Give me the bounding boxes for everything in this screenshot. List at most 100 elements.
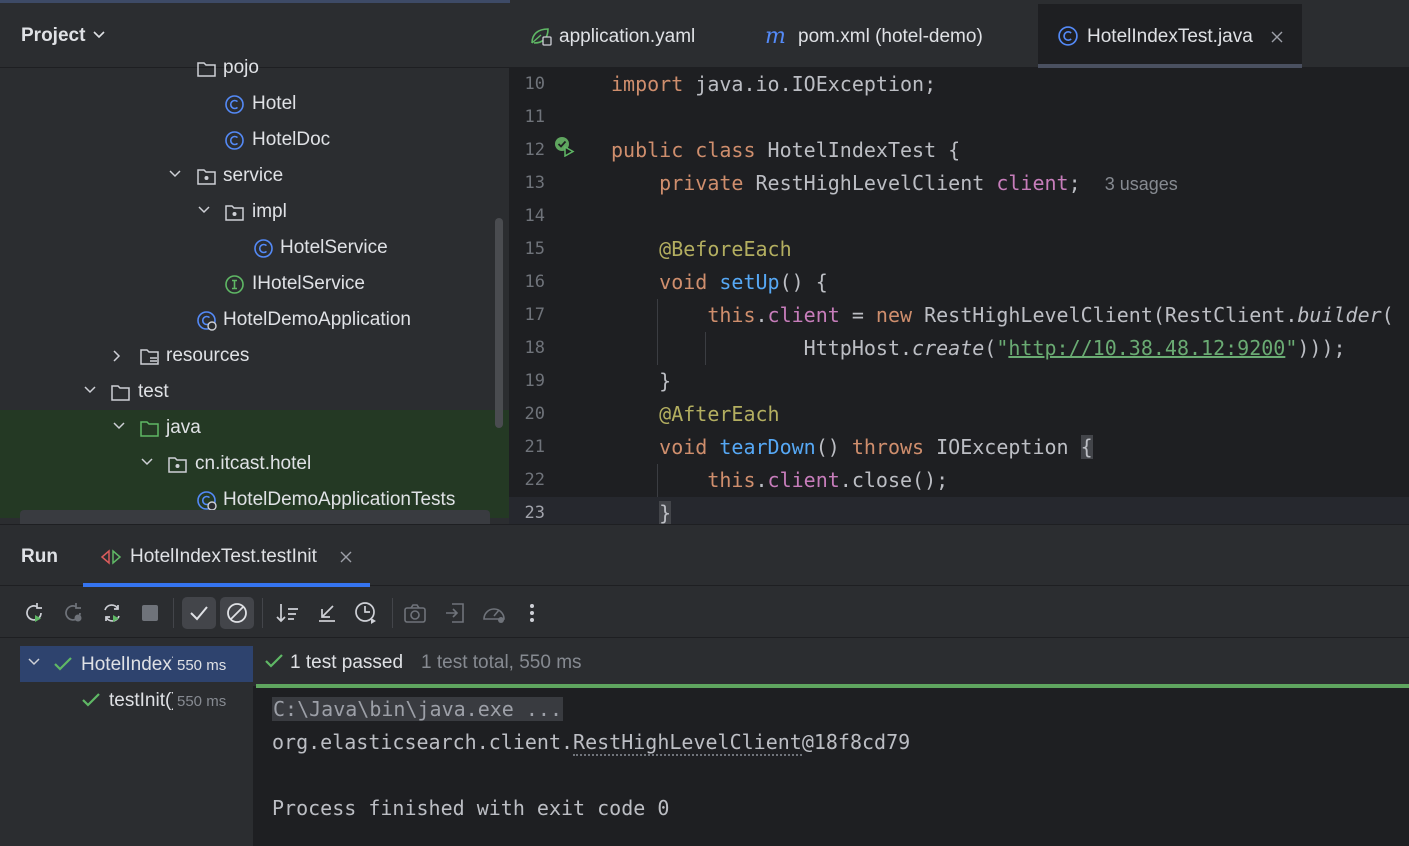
- line-number: 21: [524, 437, 545, 457]
- sort-button[interactable]: [273, 598, 303, 628]
- class-icon: [254, 239, 273, 258]
- test-history-button[interactable]: [351, 598, 381, 628]
- close-icon[interactable]: [340, 551, 352, 563]
- class-icon: [225, 131, 244, 150]
- project-scrollbar[interactable]: [495, 218, 503, 428]
- more-options-button[interactable]: [517, 598, 547, 628]
- chevron-down-icon[interactable]: [197, 205, 211, 215]
- line-number: 15: [524, 239, 545, 259]
- chevron-right-icon[interactable]: [112, 349, 122, 363]
- console-text: Process finished with exit code 0: [272, 796, 670, 820]
- tree-item-java[interactable]: java: [0, 410, 509, 446]
- rerun-button[interactable]: [19, 598, 49, 628]
- tab-label: pom.xml (hotel-demo): [798, 26, 983, 47]
- tree-item-cn-itcast-hotel[interactable]: cn.itcast.hotel: [0, 446, 509, 482]
- tab-pom-xml[interactable]: m pom.xml (hotel-demo): [749, 4, 1039, 68]
- command-line-text[interactable]: C:\Java\bin\java.exe ...: [272, 697, 563, 721]
- tests-passed-text: 1 test passed: [290, 652, 404, 673]
- toggle-auto-test-button[interactable]: [97, 598, 127, 628]
- console-line: Process finished with exit code 0: [272, 796, 669, 820]
- stop-button[interactable]: [135, 598, 165, 628]
- tree-item-resources[interactable]: resources: [0, 338, 509, 374]
- test-progress-bar: [256, 684, 1409, 688]
- line-number: 19: [524, 371, 545, 391]
- coverage-button[interactable]: [479, 598, 509, 628]
- show-passed-toggle[interactable]: [182, 597, 216, 629]
- chevron-down-icon[interactable]: [168, 169, 182, 179]
- tab-label: application.yaml: [559, 26, 696, 47]
- console-class-link[interactable]: RestHighLevelClient: [573, 730, 802, 756]
- usages-inlay-hint[interactable]: 3 usages: [1105, 174, 1178, 194]
- chevron-down-icon[interactable]: [140, 457, 154, 467]
- show-ignored-toggle[interactable]: [220, 597, 254, 629]
- line-number: 13: [524, 173, 545, 193]
- line-number: 22: [524, 470, 545, 490]
- spring-class-icon: [197, 491, 217, 511]
- console-output[interactable]: 1 test passed 1 test total, 550 ms C:\Ja…: [253, 638, 1409, 846]
- folder-icon: [111, 385, 130, 401]
- code-text: }: [659, 501, 672, 524]
- code-text: private RestHighLevelClient client; 3 us…: [659, 171, 1178, 195]
- test-name: HotelIndexTest: [81, 654, 173, 675]
- stop-icon: [142, 605, 158, 621]
- test-passed-icon: [54, 657, 72, 671]
- tree-item-pojo[interactable]: pojo: [0, 50, 509, 86]
- tab-application-yaml[interactable]: application.yaml: [509, 4, 735, 68]
- code-text: import java.io.IOException;: [611, 72, 937, 96]
- code-line: 14: [509, 200, 1409, 233]
- tree-item-label: impl: [252, 201, 287, 222]
- line-number: 12: [524, 140, 545, 160]
- tree-item-service[interactable]: service: [0, 158, 509, 194]
- tree-item-hoteldoc[interactable]: HotelDoc: [0, 122, 509, 158]
- import-tests-button[interactable]: [440, 598, 470, 628]
- more-vertical-icon: [530, 604, 534, 622]
- code-line: 13 private RestHighLevelClient client; 3…: [509, 167, 1409, 200]
- close-icon[interactable]: [1271, 31, 1283, 43]
- code-line: 16 void setUp() {: [509, 266, 1409, 299]
- camera-icon: [404, 604, 426, 623]
- run-test-gutter-icon[interactable]: [553, 135, 575, 157]
- tree-item-hoteldemoapplication[interactable]: HotelDemoApplication: [0, 302, 509, 338]
- collapse-all-button[interactable]: [312, 598, 342, 628]
- tree-item-label: resources: [166, 345, 250, 366]
- line-number: 17: [524, 305, 545, 325]
- code-line: 10 import java.io.IOException;: [509, 68, 1409, 101]
- test-passed-icon: [82, 693, 100, 707]
- test-result-row[interactable]: testInit() 550 ms: [20, 682, 253, 718]
- url-literal[interactable]: http://10.38.48.12:9200: [1008, 336, 1285, 360]
- code-text: HttpHost.create("http://10.38.48.12:9200…: [611, 336, 1346, 360]
- tree-item-ihotelservice[interactable]: IHotelService: [0, 266, 509, 302]
- code-line: 21 void tearDown() throws IOException {: [509, 431, 1409, 464]
- chevron-down-icon[interactable]: [27, 657, 41, 667]
- code-line: 12 public class HotelIndexTest {: [509, 134, 1409, 167]
- line-number: 10: [524, 74, 545, 94]
- line-number: 14: [524, 206, 545, 226]
- code-line: 11: [509, 101, 1409, 134]
- code-text: void tearDown() throws IOException {: [659, 435, 1093, 459]
- package-folder-icon: [225, 205, 244, 221]
- rerun-failed-button[interactable]: [58, 598, 88, 628]
- tree-item-impl[interactable]: impl: [0, 194, 509, 230]
- screenshot-button[interactable]: [400, 598, 430, 628]
- toolbar-separator: [173, 598, 174, 628]
- tree-item-test[interactable]: test: [0, 374, 509, 410]
- toolbar-separator: [262, 598, 263, 628]
- rerun-icon: [26, 603, 42, 622]
- project-title[interactable]: Project: [21, 25, 85, 47]
- code-area[interactable]: 10 import java.io.IOException; 11 12 publi…: [509, 68, 1409, 524]
- tab-hotelindextest-java[interactable]: HotelIndexTest.java: [1038, 4, 1302, 68]
- tree-item-label: test: [138, 381, 169, 402]
- console-text: org.elasticsearch.client.: [272, 730, 574, 754]
- chevron-down-icon[interactable]: [112, 421, 126, 431]
- console-line: org.elasticsearch.client.RestHighLevelCl…: [272, 730, 910, 756]
- tab-run-configuration[interactable]: HotelIndexTest.testInit: [83, 525, 371, 587]
- tree-item-hovered[interactable]: [20, 510, 490, 524]
- code-text: @BeforeEach: [659, 237, 792, 261]
- tree-item-hotel[interactable]: Hotel: [0, 86, 509, 122]
- resources-folder-icon: [140, 349, 159, 365]
- tree-item-hotelservice[interactable]: HotelService: [0, 230, 509, 266]
- gauge-icon: [483, 608, 505, 623]
- chevron-down-icon[interactable]: [92, 30, 106, 40]
- chevron-down-icon[interactable]: [83, 385, 97, 395]
- test-result-row[interactable]: HotelIndexTest 550 ms: [20, 646, 253, 682]
